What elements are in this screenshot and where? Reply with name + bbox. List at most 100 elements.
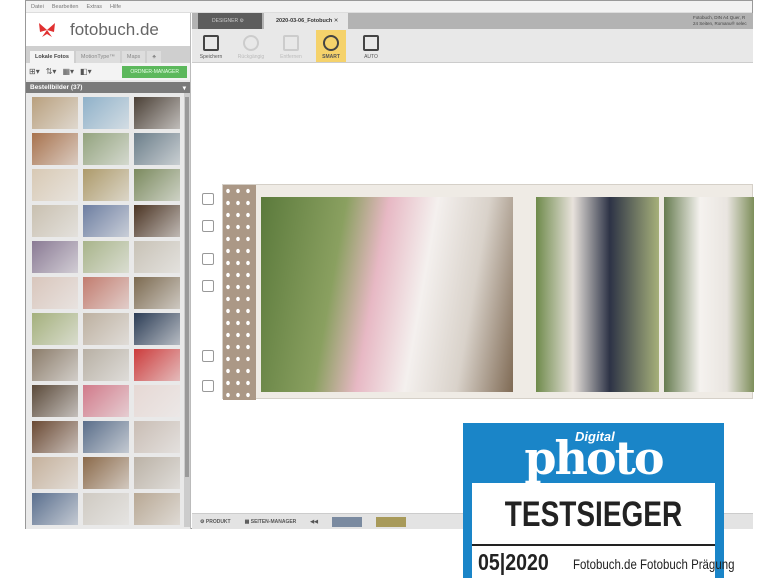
page-thumb[interactable] <box>332 516 362 527</box>
close-icon[interactable]: ✕ <box>334 18 339 24</box>
photo-thumbnail[interactable] <box>134 493 180 525</box>
photo-thumbnail[interactable] <box>83 169 129 201</box>
qr-code-icon[interactable] <box>202 280 214 292</box>
scrollbar[interactable] <box>184 93 190 527</box>
menu-datei[interactable]: Datei <box>31 4 44 10</box>
photo-thumbnail[interactable] <box>32 133 78 165</box>
photo-thumbnail[interactable] <box>83 277 129 309</box>
add-image-icon[interactable] <box>202 193 214 205</box>
photo-thumbnail[interactable] <box>83 349 129 381</box>
filter-icon[interactable]: ◧▾ <box>80 67 92 76</box>
badge-issue: 05|2020 <box>478 549 549 575</box>
tab-project[interactable]: 2020-03-06_Fotobuch ✕ <box>264 13 348 29</box>
divider <box>472 544 715 546</box>
photo-thumbnail[interactable] <box>83 205 129 237</box>
photo-thumbnail[interactable] <box>32 277 78 309</box>
undo-button[interactable]: Rückgängig <box>236 30 266 62</box>
photo-thumbnail[interactable] <box>32 421 78 453</box>
photo-thumbnail[interactable] <box>32 205 78 237</box>
lightbulb-icon <box>323 35 339 51</box>
photo-thumbnail[interactable] <box>83 421 129 453</box>
add-map-icon[interactable] <box>202 253 214 265</box>
photo-tools: ⊞▾ ⇅▾ ▦▾ ◧▾ ORDNER-MANAGER <box>26 63 190 80</box>
tab-clipart[interactable]: ♣ <box>147 51 161 63</box>
photo-thumbnail[interactable] <box>134 313 180 345</box>
sort-icon[interactable]: ⇅▾ <box>46 67 57 76</box>
photo-bride[interactable] <box>664 197 754 392</box>
badge-title: TESTSIEGER <box>504 495 683 534</box>
smart-label: SMART <box>322 54 340 60</box>
auto-label: AUTO <box>364 54 378 60</box>
photo-thumbnail[interactable] <box>134 133 180 165</box>
logo: fotobuch.de <box>26 13 190 46</box>
photo-thumbnail[interactable] <box>32 313 78 345</box>
photo-thumbnail[interactable] <box>32 493 78 525</box>
dotted-strip <box>223 185 256 400</box>
photo-thumbnail[interactable] <box>134 385 180 417</box>
photo-thumbnail[interactable] <box>32 241 78 273</box>
photo-couple[interactable] <box>536 197 659 392</box>
photo-thumbnail[interactable] <box>134 205 180 237</box>
photo-thumbnail[interactable] <box>83 457 129 489</box>
auto-layout-icon <box>363 35 379 51</box>
butterfly-logo-icon <box>39 22 55 37</box>
add-text-icon[interactable] <box>202 220 214 232</box>
photo-thumbnail[interactable] <box>134 97 180 129</box>
tab-lokale-fotos[interactable]: Lokale Fotos <box>30 51 74 63</box>
delete-page-icon[interactable] <box>202 380 214 392</box>
product-info: Fotobuch, DIN A4 Quer, R 24 Seiten, Roman… <box>693 15 751 27</box>
badge-product: Fotobuch.de Fotobuch Prägung <box>573 556 735 572</box>
document-tabs: DESIGNER ⚙ 2020-03-06_Fotobuch ✕ Fotobuc… <box>192 13 753 29</box>
remove-button[interactable]: Entfernen <box>276 30 306 62</box>
photo-thumbnail[interactable] <box>134 241 180 273</box>
tab-designer[interactable]: DESIGNER ⚙ <box>198 13 262 29</box>
organizer-button[interactable]: ORDNER-MANAGER <box>122 65 187 78</box>
badge-photo: photo <box>524 431 664 485</box>
photo-thumbnail[interactable] <box>134 277 180 309</box>
photo-thumbnail[interactable] <box>83 97 129 129</box>
photo-thumbnail[interactable] <box>83 385 129 417</box>
tab-project-label: 2020-03-06_Fotobuch <box>276 18 333 24</box>
photo-bouquet[interactable] <box>261 197 513 392</box>
trash-icon <box>283 35 299 51</box>
bestellbilder-label: Bestellbilder (37) <box>30 84 83 91</box>
save-icon <box>203 35 219 51</box>
add-page-icon[interactable] <box>202 350 214 362</box>
menu-hilfe[interactable]: Hilfe <box>110 4 121 10</box>
menu-extras[interactable]: Extras <box>86 4 102 10</box>
smart-button[interactable]: SMART <box>316 30 346 62</box>
first-page-button[interactable]: ◀◀ <box>310 519 318 525</box>
photo-thumbnail[interactable] <box>32 97 78 129</box>
photo-thumbnail[interactable] <box>83 313 129 345</box>
photo-thumbnail[interactable] <box>83 493 129 525</box>
auto-button[interactable]: AUTO <box>356 30 386 62</box>
left-panel: fotobuch.de Lokale Fotos MotionType™ Map… <box>26 13 191 529</box>
photo-thumbnail[interactable] <box>32 385 78 417</box>
photo-thumbnail[interactable] <box>134 349 180 381</box>
testsieger-badge: Digital photo TESTSIEGER 05|2020 Fotobuch.… <box>463 423 734 578</box>
product-info-line: 24 Seiten, Romanu® selec <box>693 21 747 26</box>
grid-icon[interactable]: ▦▾ <box>62 67 74 76</box>
page-manager-button[interactable]: ▦ SEITEN-MANAGER <box>245 519 297 525</box>
photo-thumbnail[interactable] <box>83 133 129 165</box>
thumbnail-grid <box>32 97 180 525</box>
photo-thumbnail[interactable] <box>134 169 180 201</box>
photo-thumbnail[interactable] <box>134 421 180 453</box>
photo-thumbnail[interactable] <box>83 241 129 273</box>
bestellbilder-header[interactable]: Bestellbilder (37) ▾ <box>26 82 190 93</box>
page-thumb[interactable] <box>376 516 406 527</box>
undo-icon <box>243 35 259 51</box>
view-icon[interactable]: ⊞▾ <box>29 67 40 76</box>
page-manager-label: SEITEN-MANAGER <box>250 518 297 525</box>
photo-thumbnail[interactable] <box>32 457 78 489</box>
photo-thumbnail[interactable] <box>32 349 78 381</box>
menu-bearbeiten[interactable]: Bearbeiten <box>52 4 79 10</box>
tab-maps[interactable]: Maps <box>121 51 146 63</box>
tab-motiontype[interactable]: MotionType™ <box>75 51 120 63</box>
photo-thumbnail[interactable] <box>32 169 78 201</box>
product-button[interactable]: ⚙ PRODUKT <box>200 519 231 525</box>
save-button[interactable]: Speichern <box>196 30 226 62</box>
remove-label: Entfernen <box>280 54 302 60</box>
dropdown-icon[interactable]: ▾ <box>183 84 186 92</box>
photo-thumbnail[interactable] <box>134 457 180 489</box>
